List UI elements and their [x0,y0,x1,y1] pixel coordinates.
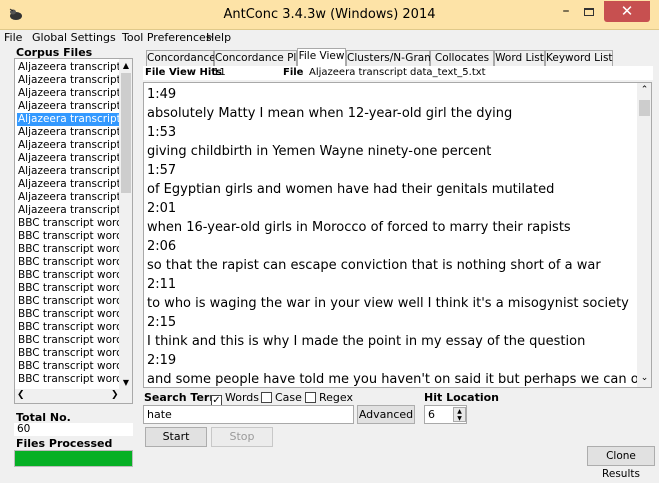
corpus-file-item[interactable]: BBC transcript worc [17,321,119,334]
corpus-file-item[interactable]: BBC transcript worc [17,295,119,308]
close-icon: ✕ [620,2,634,20]
file-view-hits-label: File View Hits [145,67,222,78]
corpus-file-item[interactable]: Aljazeera transcript [17,165,119,178]
file-view-hits-value: 11 [213,67,226,78]
transcript-line: of Egyptian girls and women have had the… [147,182,555,197]
words-checkbox-label: Words [225,391,260,404]
corpus-file-item[interactable]: Aljazeera transcript [17,87,119,100]
corpus-file-item[interactable]: BBC transcript worc [17,373,119,386]
total-files-value: 60 [14,423,133,436]
corpus-file-item[interactable]: BBC transcript worc [17,217,119,230]
title-bar: AntConc 3.4.3w (Windows) 2014 – ✕ [0,0,659,30]
case-checkbox-box[interactable] [261,392,272,403]
corpus-file-item[interactable]: Aljazeera transcript [17,191,119,204]
menu-file[interactable]: File [4,31,22,44]
advanced-button[interactable]: Advanced [357,405,415,424]
progress-fill [15,451,132,466]
case-checkbox[interactable]: Case [261,391,302,404]
timestamp-line: 2:06 [147,239,177,254]
tab-file-view[interactable]: File View [297,48,346,67]
scroll-down-icon[interactable]: ⌄ [637,373,651,383]
timestamp-line: 1:49 [147,87,177,102]
corpus-file-item[interactable]: Aljazeera transcript [17,74,119,87]
files-processed-progress-bar [14,450,133,467]
tab-concordance-plot[interactable]: Concordance Plot [214,50,307,66]
corpus-file-item[interactable]: BBC transcript worc [17,334,119,347]
regex-checkbox-box[interactable] [305,392,316,403]
corpus-list-horizontal-scrollbar[interactable]: ❮ ❯ [15,389,132,403]
corpus-file-item[interactable]: Aljazeera transcript [17,113,119,126]
transcript-line: when 16-year-old girls in Morocco of for… [147,220,571,235]
transcript-line: to who is waging the war in your view we… [147,296,629,311]
clone-results-button[interactable]: Clone Results [587,446,655,480]
scrollbar-thumb[interactable] [639,100,650,116]
timestamp-line: 1:57 [147,163,177,178]
file-text-view[interactable]: 1:49 absolutely Matty I mean when 12-year… [143,82,652,388]
corpus-file-item[interactable]: BBC transcript worc [17,269,119,282]
case-checkbox-label: Case [275,391,302,404]
file-view-vertical-scrollbar[interactable]: ⌃ ⌄ [637,83,651,387]
scroll-down-icon[interactable]: ▼ [119,376,132,389]
corpus-file-item[interactable]: BBC transcript worc [17,243,119,256]
hit-location-value[interactable]: 6 [428,408,435,421]
timestamp-line: 2:19 [147,353,177,368]
corpus-file-item[interactable]: Aljazeera transcript [17,126,119,139]
spinner-arrows-icon[interactable]: ▲ ▼ [453,407,466,422]
corpus-file-item[interactable]: BBC transcript worc [17,230,119,243]
scroll-left-icon[interactable]: ❮ [17,390,25,400]
tab-collocates[interactable]: Collocates [430,50,494,66]
minimize-button[interactable]: – [555,4,577,22]
transcript-line: I think and this is why I made the point… [147,334,586,349]
search-term-label: Search Term [144,391,221,404]
corpus-file-item[interactable]: BBC transcript worc [17,282,119,295]
tab-word-list[interactable]: Word List [494,50,545,66]
regex-checkbox[interactable]: Regex [305,391,353,404]
maximize-button[interactable] [578,4,600,22]
menu-bar: File Global Settings Tool Preferences He… [0,30,659,46]
corpus-file-item[interactable]: Aljazeera transcript [17,204,119,217]
corpus-file-item[interactable]: Aljazeera transcript [17,178,119,191]
close-button[interactable]: ✕ [604,1,650,22]
corpus-file-item[interactable]: Aljazeera transcript [17,61,119,74]
corpus-list-vertical-scrollbar[interactable]: ▲ ▼ [119,59,132,389]
regex-checkbox-label: Regex [319,391,353,404]
timestamp-line: 1:53 [147,125,177,140]
corpus-file-item[interactable]: BBC transcript worc [17,347,119,360]
hit-location-label: Hit Location [424,391,499,404]
start-button[interactable]: Start [145,427,207,447]
maximize-icon [584,8,594,16]
corpus-file-item[interactable]: Aljazeera transcript [17,152,119,165]
files-processed-label: Files Processed [16,437,113,450]
scroll-up-icon[interactable]: ⌃ [637,85,651,95]
menu-tool-preferences[interactable]: Tool Preferences [122,31,212,44]
file-name-value: Aljazeera transcript data_text_5.txt [309,67,486,78]
scroll-up-icon[interactable]: ▲ [119,59,132,72]
menu-global-settings[interactable]: Global Settings [32,31,116,44]
timestamp-line: 2:11 [147,277,177,292]
tab-clusters-ngrams[interactable]: Clusters/N-Grams [346,50,440,66]
transcript-line: absolutely Matty I mean when 12-year-old… [147,106,513,121]
scrollbar-thumb[interactable] [121,73,131,193]
search-term-input[interactable]: hate [143,405,354,424]
transcript-line: and some people have told me you haven't… [147,372,652,387]
corpus-file-item[interactable]: Aljazeera transcript [17,100,119,113]
timestamp-line: 2:15 [147,315,177,330]
corpus-file-item[interactable]: BBC transcript worc [17,256,119,269]
corpus-file-item[interactable]: BBC transcript worc [17,308,119,321]
menu-help[interactable]: Help [206,31,231,44]
transcript-line: so that the rapist can escape conviction… [147,258,601,273]
tab-keyword-list[interactable]: Keyword List [545,50,613,66]
transcript-line: giving childbirth in Yemen Wayne ninety-… [147,144,492,159]
file-label: File [283,67,304,78]
scroll-right-icon[interactable]: ❯ [111,390,119,400]
timestamp-line: 2:01 [147,201,177,216]
tab-concordance[interactable]: Concordance [146,50,216,66]
words-checkbox[interactable]: ✓ Words [211,391,259,406]
corpus-file-item[interactable]: Aljazeera transcript [17,139,119,152]
file-view-info-bar: File View Hits 11 File Aljazeera transcr… [143,66,653,80]
corpus-file-list[interactable]: Aljazeera transcript Aljazeera transcript… [14,58,133,404]
hit-location-spinner[interactable]: 6 ▲ ▼ [424,405,467,424]
stop-button[interactable]: Stop [211,427,273,447]
corpus-file-item[interactable]: BBC transcript worc [17,360,119,373]
